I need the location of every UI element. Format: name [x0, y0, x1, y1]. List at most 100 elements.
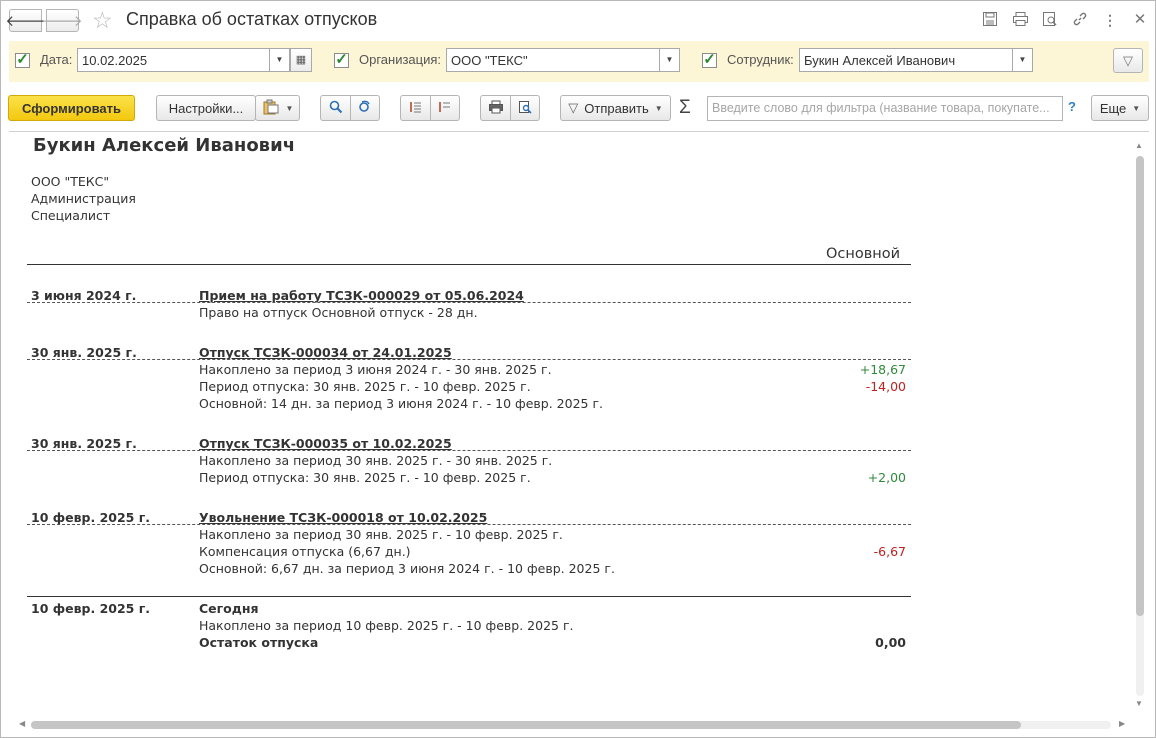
event-document-link[interactable]: Отпуск ТСЗК-000035 от 10.02.2025 — [199, 436, 452, 451]
date-dropdown-button[interactable]: ▼ — [269, 48, 290, 72]
generate-button[interactable]: Сформировать — [8, 95, 135, 121]
event-line: Основной: 6,67 дн. за период 3 июня 2024… — [199, 561, 615, 576]
employee-label: Сотрудник: — [727, 52, 794, 67]
favorite-star-icon[interactable]: ☆ — [92, 7, 113, 33]
find-button[interactable] — [320, 95, 351, 121]
event-value-positive: +18,67 — [859, 362, 906, 377]
today-date: 10 февр. 2025 г. — [31, 601, 151, 616]
printer-icon — [488, 100, 504, 117]
variants-button[interactable]: ▼ — [255, 95, 300, 121]
event-date: 30 янв. 2025 г. — [31, 436, 137, 451]
search-icon — [329, 100, 343, 117]
today-divider — [27, 596, 911, 597]
today-accrued: Накоплено за период 10 февр. 2025 г. - 1… — [199, 618, 574, 633]
funnel-icon: ▽ — [1123, 53, 1133, 68]
event-document-link[interactable]: Отпуск ТСЗК-000034 от 24.01.2025 — [199, 345, 452, 360]
event-document-link[interactable]: Прием на работу ТСЗК-000029 от 05.06.202… — [199, 288, 524, 303]
header-divider — [27, 264, 911, 265]
help-button[interactable]: ? — [1068, 99, 1076, 114]
print-preview-icon — [518, 100, 532, 117]
print-icon[interactable] — [1011, 11, 1029, 29]
send-label: Отправить — [584, 100, 649, 116]
window-title: Справка об остатках отпусков — [126, 9, 378, 29]
org-field[interactable]: ООО "ТЕКС" — [446, 48, 660, 72]
event-date: 3 июня 2024 г. — [31, 288, 137, 303]
date-checkbox[interactable]: ✓ — [15, 52, 30, 68]
event-value-negative: -6,67 — [873, 544, 906, 559]
back-button[interactable]: 🡐 — [5, 9, 46, 32]
report-variants-icon — [262, 99, 280, 118]
today-label: Сегодня — [199, 601, 259, 616]
collapse-groups-button[interactable] — [430, 95, 460, 121]
event-value-positive: +2,00 — [867, 470, 906, 485]
event-line: Период отпуска: 30 янв. 2025 г. - 10 фев… — [199, 470, 531, 485]
expand-groups-button[interactable] — [400, 95, 431, 121]
employee-checkbox[interactable]: ✓ — [702, 52, 717, 68]
org-checkbox[interactable]: ✓ — [334, 52, 349, 68]
calendar-icon: ▦ — [295, 54, 307, 66]
more-menu-icon[interactable]: ⋮ — [1101, 11, 1119, 29]
settings-button[interactable]: Настройки... — [156, 95, 256, 121]
chevron-down-icon: ▼ — [285, 103, 294, 113]
employee-field[interactable]: Букин Алексей Иванович — [799, 48, 1013, 72]
send-button[interactable]: ▽ Отправить ▼ — [560, 95, 671, 121]
balance-value: 0,00 — [875, 635, 906, 650]
arrow-left-icon: 🡐 — [5, 13, 46, 30]
save-icon[interactable] — [981, 11, 999, 29]
more-button[interactable]: Еще ▼ — [1091, 95, 1149, 121]
scroll-up-icon[interactable]: ▲ — [1135, 141, 1143, 150]
event-divider — [27, 524, 911, 525]
event-line: Накоплено за период 3 июня 2024 г. - 30 … — [199, 362, 552, 377]
event-value-negative: -14,00 — [865, 379, 906, 394]
scroll-right-icon[interactable]: ▶ — [1119, 719, 1125, 728]
search-next-icon — [358, 100, 372, 117]
print-button[interactable] — [480, 95, 511, 121]
find-next-button[interactable] — [350, 95, 380, 121]
horizontal-scroll-thumb[interactable] — [31, 721, 1021, 729]
employee-name: Букин Алексей Иванович — [33, 135, 296, 156]
event-line: Накоплено за период 30 янв. 2025 г. - 30… — [199, 453, 553, 468]
chevron-down-icon: ▼ — [654, 103, 663, 113]
date-label: Дата: — [40, 52, 73, 67]
org-dropdown-button[interactable]: ▼ — [659, 48, 680, 72]
filter-search-input[interactable]: Введите слово для фильтра (название това… — [707, 96, 1063, 121]
report-sheet — [9, 131, 1149, 733]
chevron-down-icon: ▼ — [1132, 103, 1141, 113]
collapse-icon — [438, 100, 452, 117]
event-line: Основной: 14 дн. за период 3 июня 2024 г… — [199, 396, 603, 411]
balance-label: Остаток отпуска — [199, 635, 319, 650]
event-date: 30 янв. 2025 г. — [31, 345, 137, 360]
parameters-panel: ✓ Дата: 10.02.2025 ▼ ▦ ✓ Организация: ОО… — [9, 41, 1149, 82]
send-icon: ▽ — [568, 100, 579, 115]
filter-button[interactable]: ▽ — [1113, 48, 1143, 73]
event-line: Право на отпуск Основной отпуск - 28 дн. — [199, 305, 478, 320]
vertical-scroll-thumb[interactable] — [1136, 156, 1144, 616]
event-document-link[interactable]: Увольнение ТСЗК-000018 от 10.02.2025 — [199, 510, 487, 525]
date-field[interactable]: 10.02.2025 — [77, 48, 277, 72]
link-icon[interactable] — [1071, 11, 1089, 29]
arrow-right-icon: 🡒 — [42, 13, 83, 30]
scroll-left-icon[interactable]: ◀ — [19, 719, 25, 728]
event-divider — [27, 302, 911, 303]
print-preview-button[interactable] — [510, 95, 540, 121]
column-header-main: Основной — [826, 246, 901, 262]
department-name: Администрация — [31, 191, 136, 206]
more-label: Еще — [1099, 100, 1127, 116]
calendar-button[interactable]: ▦ — [290, 48, 312, 72]
scroll-down-icon[interactable]: ▼ — [1135, 699, 1143, 708]
close-icon[interactable]: ✕ — [1131, 11, 1149, 29]
organization-name: ООО "ТЕКС" — [31, 174, 110, 189]
event-date: 10 февр. 2025 г. — [31, 510, 151, 525]
title-bar: 🡐 🡒 ☆ Справка об остатках отпусков ⋮ ✕ — [1, 1, 1155, 39]
event-divider — [27, 450, 911, 451]
employee-dropdown-button[interactable]: ▼ — [1012, 48, 1033, 72]
forward-button[interactable]: 🡒 — [42, 9, 83, 32]
expand-icon — [409, 100, 423, 117]
preview-icon[interactable] — [1041, 11, 1059, 29]
position-name: Специалист — [31, 208, 111, 223]
event-line: Период отпуска: 30 янв. 2025 г. - 10 фев… — [199, 379, 531, 394]
event-line: Компенсация отпуска (6,67 дн.) — [199, 544, 411, 559]
report-window: 🡐 🡒 ☆ Справка об остатках отпусков ⋮ ✕ ✓… — [0, 0, 1156, 738]
sum-icon[interactable]: Σ — [679, 97, 691, 119]
event-divider — [27, 359, 911, 360]
